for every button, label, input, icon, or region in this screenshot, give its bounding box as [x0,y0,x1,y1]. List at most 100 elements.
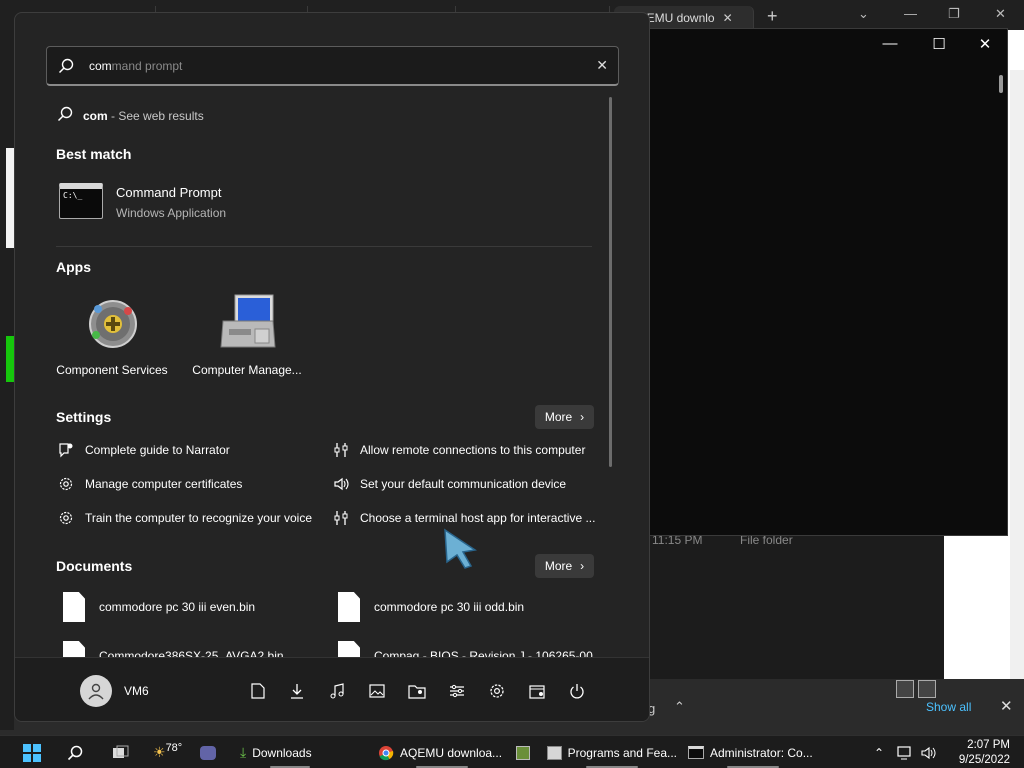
document-label: commodore pc 30 iii even.bin [99,600,256,614]
power-icon[interactable] [567,681,587,701]
chevron-up-icon[interactable]: ⌃ [674,699,685,715]
new-tab-button[interactable]: + [767,6,778,27]
setting-label: Complete guide to Narrator [85,443,230,457]
app-component-services[interactable]: Component Services [47,291,177,381]
taskbar: ☀ 78° ⤓ Downloads AQEMU downloa... Progr… [0,735,1024,768]
search-input[interactable]: command prompt ✕ [46,46,619,86]
close-icon[interactable]: ✕ [995,6,1006,22]
network-icon[interactable] [447,681,467,701]
clear-search-icon[interactable]: ✕ [596,57,608,74]
downloads-icon[interactable] [287,681,307,701]
tab-search-icon[interactable]: ⌄ [858,6,869,22]
user-name[interactable]: VM6 [124,684,149,698]
pictures-icon[interactable] [367,681,387,701]
task-view-button[interactable] [112,736,130,768]
weather-temperature: 78° [165,741,183,754]
file-icon [63,592,85,622]
chevron-right-icon: › [580,410,585,424]
close-icon[interactable]: ✕ [970,35,1000,53]
taskbar-app-icon[interactable] [516,736,530,768]
start-menu: command prompt ✕ com - See web results B… [14,12,650,722]
command-prompt-icon [688,746,704,759]
remote-desktop-icon [332,441,350,459]
taskbar-label: AQEMU downloa... [400,745,503,760]
best-match-command-prompt[interactable]: C:\_ Command Prompt Windows Application [56,179,596,249]
app-label: Computer Manage... [192,363,302,377]
divider [56,246,592,247]
tab-close-icon[interactable]: ✕ [723,11,733,25]
setting-label: Allow remote connections to this compute… [360,443,586,457]
tiles-view-icon[interactable] [918,680,936,698]
document-item[interactable]: commodore pc 30 iii odd.bin [338,592,524,622]
setting-communication-device[interactable]: Set your default communication device [332,475,566,493]
app-computer-management[interactable]: Computer Manage... [182,291,312,381]
taskbar-chrome[interactable]: AQEMU downloa... [378,736,506,768]
clock[interactable]: 2:07 PM 9/25/2022 [959,738,1010,768]
cmd-titlebar[interactable]: — ☐ ✕ [649,29,1007,59]
component-services-icon [80,291,144,355]
setting-voice-training[interactable]: Train the computer to recognize your voi… [57,509,312,527]
setting-manage-certificates[interactable]: Manage computer certificates [57,475,242,493]
weather-sun-icon: ☀ [153,744,166,760]
taskbar-programs-features[interactable]: Programs and Fea... [547,736,677,768]
weather-widget[interactable]: ☀ 78° [153,736,182,768]
music-icon[interactable] [327,681,347,701]
gear-icon [57,475,75,493]
setting-label: Choose a terminal host app for interacti… [360,511,596,525]
file-icon [338,592,360,622]
documents-heading: Documents [56,558,133,574]
settings-icon[interactable] [487,681,507,701]
minimize-icon[interactable]: — [875,35,905,52]
gear-icon [57,509,75,527]
web-query: com [83,108,108,123]
documents-more-button[interactable]: More › [535,554,594,578]
avatar[interactable] [80,675,112,707]
network-monitor-icon[interactable] [896,744,914,762]
file-explorer-icon[interactable] [527,681,547,701]
teams-chat-button[interactable] [200,736,216,768]
user-folder-icon[interactable] [407,681,427,701]
browser-scrollbar[interactable] [1010,70,1024,680]
volume-icon[interactable] [920,744,938,762]
taskbar-label: Programs and Fea... [567,745,677,760]
setting-narrator-guide[interactable]: Complete guide to Narrator [57,441,230,459]
details-view-icon[interactable] [896,680,914,698]
setting-remote-connections[interactable]: Allow remote connections to this compute… [332,441,585,459]
speaker-icon [332,475,350,493]
settings-heading: Settings [56,409,112,425]
search-query: command prompt [89,59,182,73]
document-item[interactable]: commodore pc 30 iii even.bin [63,592,255,622]
cmd-scrollbar-thumb[interactable] [999,75,1003,93]
background-window-edge [6,148,14,248]
search-button[interactable] [67,736,83,768]
results-scrollbar[interactable] [609,97,612,467]
maximize-icon[interactable]: ☐ [924,35,954,53]
web-search-result[interactable]: com - See web results [57,106,204,125]
taskbar-label: Administrator: Co... [710,745,813,760]
close-icon[interactable]: ✕ [1000,697,1013,715]
download-arrow-icon: ⤓ [240,744,247,760]
documents-icon[interactable] [248,681,268,701]
restore-icon[interactable]: ❐ [948,6,960,22]
app-label: Component Services [56,363,168,377]
chevron-up-icon[interactable]: ⌃ [870,744,888,762]
web-suffix: - See web results [107,108,204,123]
terminal-settings-icon [332,509,350,527]
setting-label: Set your default communication device [360,477,567,491]
search-icon [67,745,83,760]
minimize-icon[interactable]: — [904,6,917,21]
programs-icon [547,745,562,760]
chrome-icon [379,745,394,760]
taskbar-downloads[interactable]: ⤓ Downloads [240,736,340,768]
show-all-link[interactable]: Show all [926,700,971,714]
command-prompt-window[interactable]: — ☐ ✕ [648,28,1008,536]
windows-logo-icon [23,743,41,762]
search-icon [57,57,75,75]
start-button[interactable] [23,736,41,768]
setting-terminal-host[interactable]: Choose a terminal host app for interacti… [332,509,595,527]
settings-more-button[interactable]: More › [535,405,594,429]
taskbar-admin-cmd[interactable]: Administrator: Co... [688,736,818,768]
narrator-icon [57,441,75,459]
computer-management-icon [215,291,279,355]
clock-time: 2:07 PM [967,739,1010,751]
